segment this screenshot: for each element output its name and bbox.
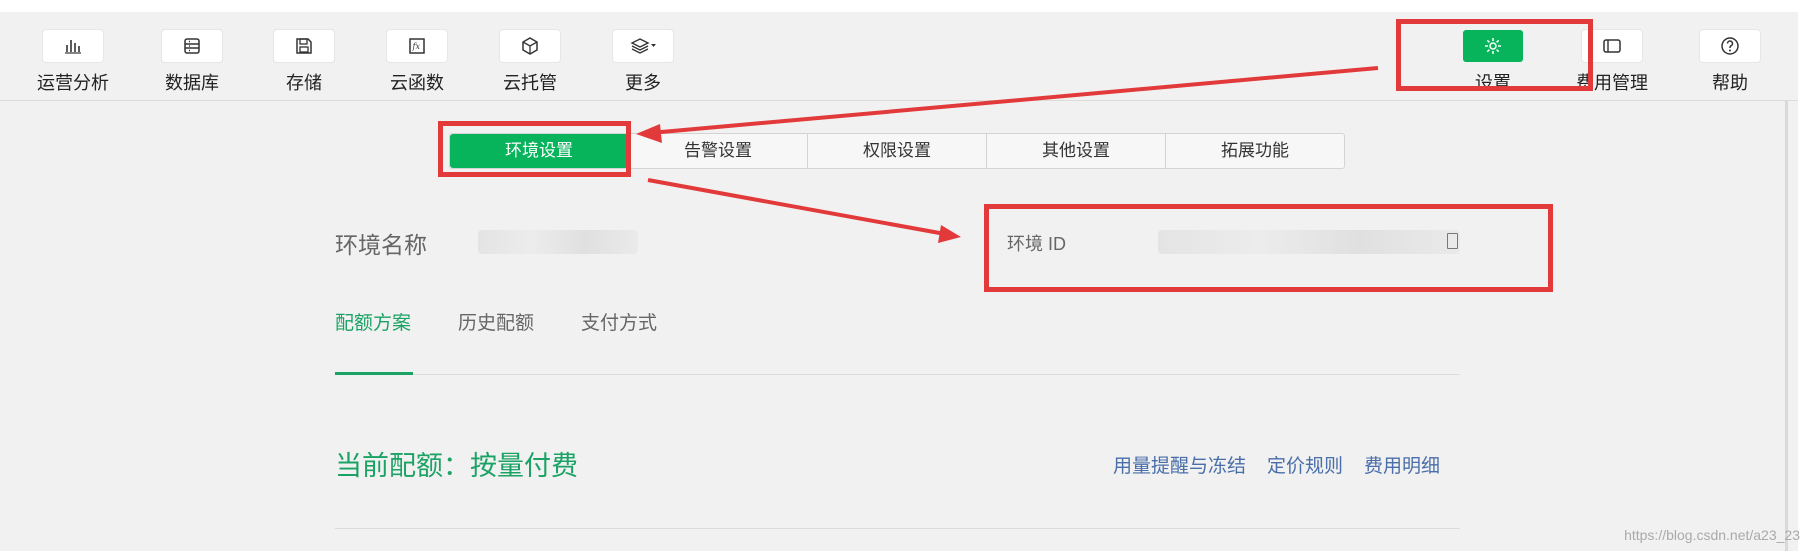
- quota-tabs: 配额方案 历史配额 支付方式: [335, 308, 1460, 375]
- env-name-label: 环境名称: [335, 232, 427, 258]
- redacted-env-name: [478, 230, 638, 254]
- toolbar-storage[interactable]: 存储: [259, 30, 349, 95]
- box-icon: [500, 30, 560, 62]
- tab-quota-plan[interactable]: 配额方案: [335, 308, 411, 335]
- subnav-alerts[interactable]: 告警设置: [628, 134, 807, 168]
- annotation-box-env-settings: [438, 121, 631, 177]
- tab-payment-method[interactable]: 支付方式: [581, 308, 657, 335]
- toolbar-cloud-hosting[interactable]: 云托管: [485, 30, 575, 95]
- watermark: https://blog.csdn.net/a23_23: [1624, 527, 1800, 543]
- subnav-permissions[interactable]: 权限设置: [807, 134, 986, 168]
- toolbar-label: 存储: [286, 73, 322, 93]
- tab-quota-history[interactable]: 历史配额: [458, 308, 534, 335]
- bar-chart-icon: [43, 30, 103, 62]
- toolbar-help[interactable]: 帮助: [1685, 30, 1775, 95]
- toolbar-label: 云函数: [390, 73, 444, 93]
- current-plan: 当前配额：按量付费: [335, 451, 578, 481]
- function-icon: fx: [387, 30, 447, 62]
- divider: [335, 528, 1460, 529]
- usage-alert-link[interactable]: 用量提醒与冻结: [1113, 451, 1246, 478]
- help-icon: [1700, 30, 1760, 62]
- svg-text:fx: fx: [412, 42, 421, 51]
- toolbar-database[interactable]: 数据库: [147, 30, 237, 95]
- annotation-box-env-id: [984, 204, 1553, 292]
- toolbar-label: 数据库: [165, 73, 219, 93]
- toolbar-analytics[interactable]: 运营分析: [28, 30, 118, 95]
- annotation-box-settings: [1396, 19, 1593, 91]
- billing-details-link[interactable]: 费用明细: [1364, 451, 1440, 478]
- toolbar-label: 帮助: [1712, 73, 1748, 93]
- toolbar-cloud-function[interactable]: fx 云函数: [372, 30, 462, 95]
- active-tab-indicator: [335, 372, 413, 375]
- layers-icon: [613, 30, 673, 62]
- pricing-rules-link[interactable]: 定价规则: [1267, 451, 1343, 478]
- save-icon: [274, 30, 334, 62]
- database-icon: [162, 30, 222, 62]
- subnav-other[interactable]: 其他设置: [986, 134, 1165, 168]
- toolbar-label: 运营分析: [37, 73, 109, 93]
- scrollbar[interactable]: [1785, 100, 1788, 551]
- toolbar-more[interactable]: 更多: [598, 30, 688, 95]
- subnav-extensions[interactable]: 拓展功能: [1165, 134, 1344, 168]
- toolbar-label: 更多: [625, 73, 661, 93]
- toolbar-label: 云托管: [503, 73, 557, 93]
